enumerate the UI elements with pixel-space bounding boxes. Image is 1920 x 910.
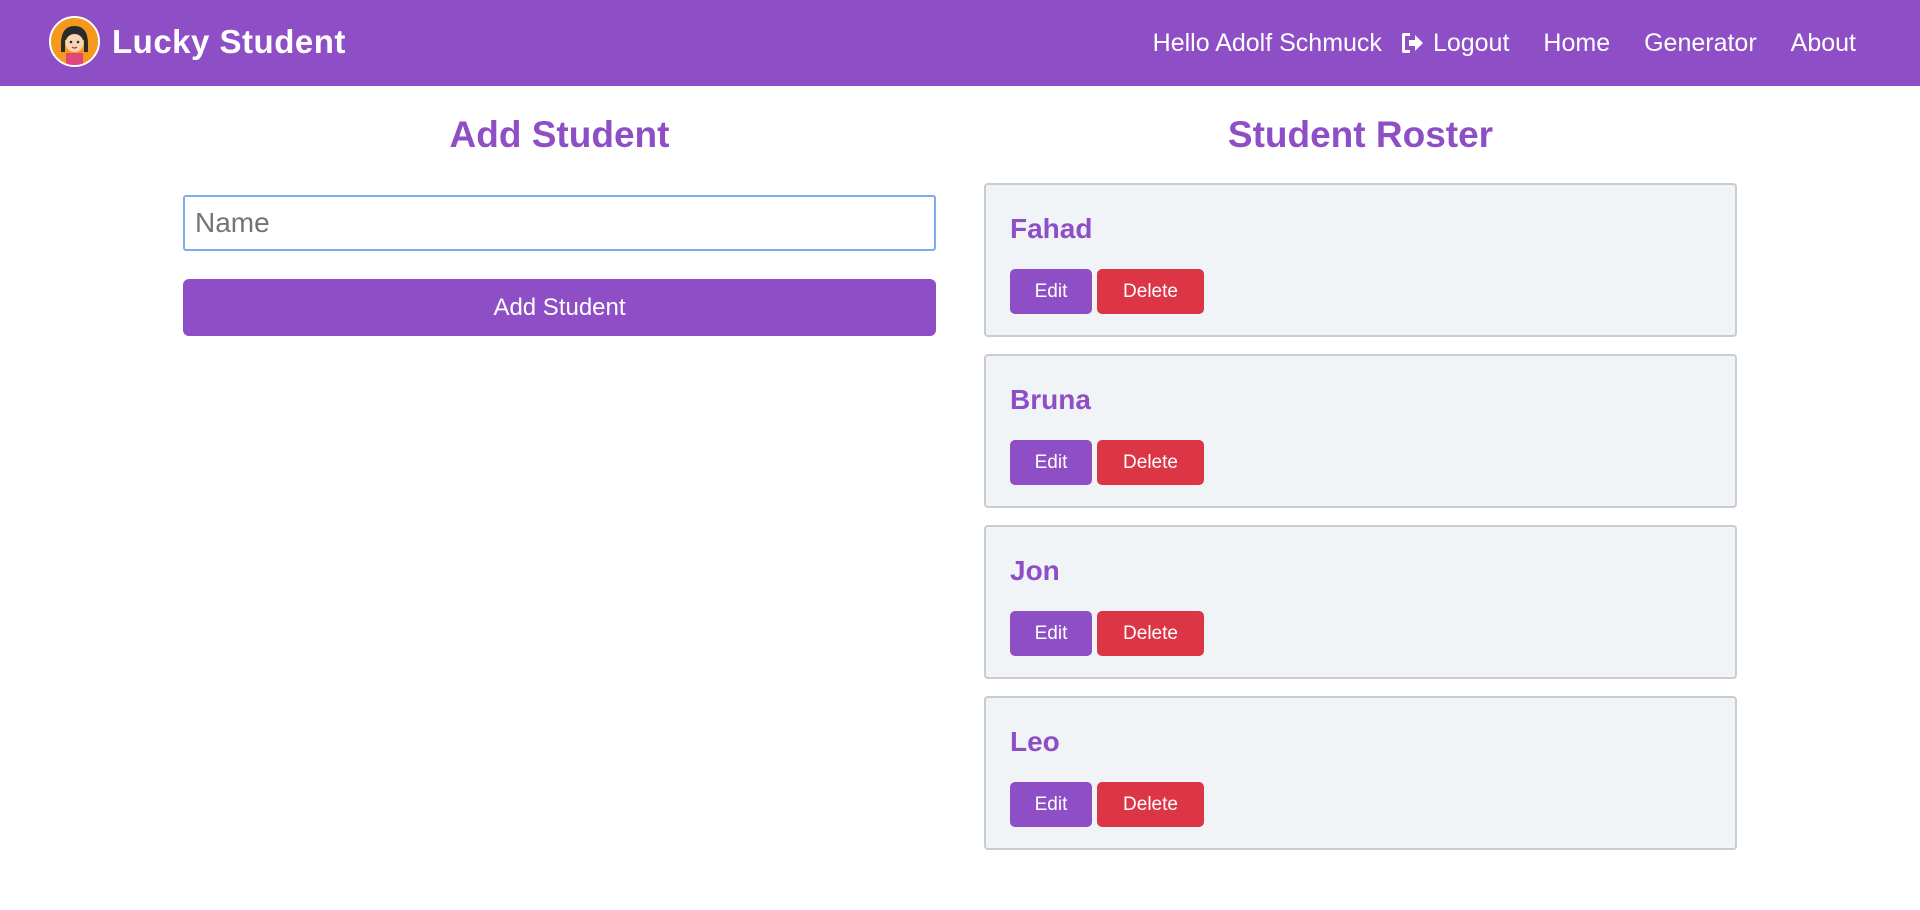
logout-label: Logout <box>1432 28 1510 57</box>
student-name: Fahad <box>1010 213 1093 244</box>
student-name: Jon <box>1010 555 1060 586</box>
nav-home-link[interactable]: Home <box>1543 29 1610 58</box>
delete-student-button[interactable]: Delete <box>1097 611 1204 656</box>
student-card: Jon Edit Delete <box>984 525 1737 679</box>
brand-link[interactable]: Lucky Student <box>49 16 346 67</box>
student-avatar-icon <box>49 16 100 67</box>
logout-link[interactable]: Logout <box>1400 29 1509 58</box>
student-card: Bruna Edit Delete <box>984 354 1737 508</box>
student-name-input[interactable] <box>183 195 936 251</box>
student-name: Bruna <box>1010 384 1091 415</box>
add-student-heading: Add Student <box>449 114 670 155</box>
nav-menu: Hello Adolf Schmuck Logout Home Generato… <box>1153 0 1856 86</box>
top-navbar: Lucky Student Hello Adolf Schmuck Logout… <box>0 0 1920 86</box>
edit-student-button[interactable]: Edit <box>1010 440 1092 485</box>
nav-generator-link[interactable]: Generator <box>1644 29 1757 58</box>
add-student-button[interactable]: Add Student <box>183 279 936 336</box>
nav-about-link[interactable]: About <box>1791 29 1856 58</box>
delete-student-button[interactable]: Delete <box>1097 269 1204 314</box>
student-roster-heading: Student Roster <box>1227 114 1494 155</box>
edit-student-button[interactable]: Edit <box>1010 782 1092 827</box>
student-name: Leo <box>1010 726 1060 757</box>
sign-out-icon <box>1400 32 1424 54</box>
edit-student-button[interactable]: Edit <box>1010 611 1092 656</box>
delete-student-button[interactable]: Delete <box>1097 782 1204 827</box>
student-roster-list: Fahad Edit Delete Bruna Edit Delete Jon … <box>984 183 1737 867</box>
brand-title: Lucky Student <box>112 22 346 60</box>
user-greeting: Hello Adolf Schmuck <box>1152 28 1382 57</box>
student-actions: Edit Delete <box>1010 782 1204 827</box>
student-actions: Edit Delete <box>1010 269 1204 314</box>
delete-student-button[interactable]: Delete <box>1097 440 1204 485</box>
student-actions: Edit Delete <box>1010 440 1204 485</box>
student-actions: Edit Delete <box>1010 611 1204 656</box>
student-card: Leo Edit Delete <box>984 696 1737 850</box>
student-card: Fahad Edit Delete <box>984 183 1737 337</box>
edit-student-button[interactable]: Edit <box>1010 269 1092 314</box>
